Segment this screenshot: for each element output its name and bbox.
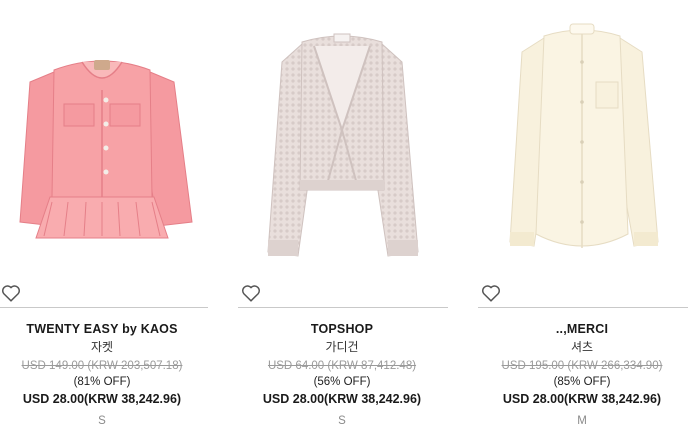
wishlist-heart-icon[interactable] — [240, 282, 262, 304]
product-image[interactable] — [2, 12, 202, 274]
wishlist-heart-icon[interactable] — [0, 282, 22, 304]
sale-price: USD 28.00(KRW 38,242.96) — [262, 392, 422, 406]
available-size: S — [338, 415, 346, 427]
product-card[interactable]: TWENTY EASY by KAOS 자켓 USD 149.00 (KRW 2… — [0, 0, 222, 440]
product-info[interactable]: TWENTY EASY by KAOS 자켓 USD 149.00 (KRW 2… — [0, 320, 222, 430]
discount-badge: (81% OFF) — [73, 376, 131, 388]
product-info[interactable]: ..,MERCI 셔츠 USD 195.00 (KRW 266,334.90) … — [462, 320, 692, 430]
discount-badge: (56% OFF) — [313, 376, 371, 388]
sale-price: USD 28.00(KRW 38,242.96) — [22, 392, 182, 406]
product-brand[interactable]: TOPSHOP — [222, 320, 462, 338]
product-brand[interactable]: ..,MERCI — [462, 320, 692, 338]
product-image[interactable] — [482, 12, 682, 274]
sale-price: USD 28.00(KRW 38,242.96) — [502, 392, 662, 406]
product-category: 셔츠 — [570, 340, 594, 354]
product-category: 자켓 — [90, 340, 114, 354]
product-card[interactable]: ..,MERCI 셔츠 USD 195.00 (KRW 266,334.90) … — [462, 0, 692, 440]
discount-badge: (85% OFF) — [553, 376, 611, 388]
available-size: S — [98, 415, 106, 427]
original-price: USD 149.00 (KRW 203,507.18) — [21, 360, 183, 372]
product-info[interactable]: TOPSHOP 가디건 USD 64.00 (KRW 87,412.48) (5… — [222, 320, 462, 430]
divider — [0, 307, 208, 308]
product-image[interactable] — [242, 12, 442, 274]
product-grid: TWENTY EASY by KAOS 자켓 USD 149.00 (KRW 2… — [0, 0, 692, 440]
available-size: M — [577, 415, 587, 427]
product-category: 가디건 — [325, 340, 359, 354]
wishlist-heart-icon[interactable] — [480, 282, 502, 304]
product-card[interactable]: TOPSHOP 가디건 USD 64.00 (KRW 87,412.48) (5… — [222, 0, 462, 440]
original-price: USD 64.00 (KRW 87,412.48) — [267, 360, 417, 372]
product-brand[interactable]: TWENTY EASY by KAOS — [0, 320, 222, 338]
original-price: USD 195.00 (KRW 266,334.90) — [501, 360, 663, 372]
divider — [478, 307, 688, 308]
divider — [238, 307, 448, 308]
